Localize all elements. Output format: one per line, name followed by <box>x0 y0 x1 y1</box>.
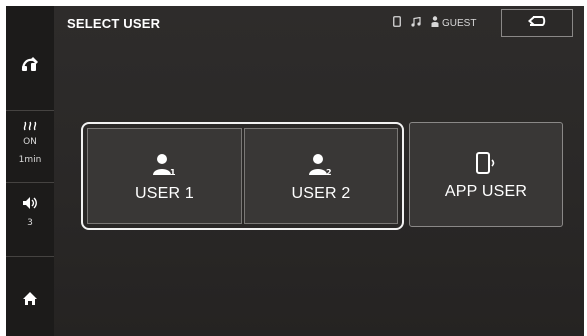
volume-control[interactable]: 3 <box>6 196 54 229</box>
main-panel: SELECT USER GUEST 1 USER 1 2 USER 2 APP … <box>54 6 584 336</box>
user-2-label: USER 2 <box>291 185 351 202</box>
speaker-icon <box>22 196 38 215</box>
auto-off-control[interactable]: ON 1min <box>6 118 54 166</box>
user-2-badge: 2 <box>326 168 332 177</box>
headphone-edit-icon <box>21 56 39 77</box>
app-user-button[interactable]: APP USER <box>409 122 563 227</box>
person-icon <box>431 14 439 32</box>
user-1-label: USER 1 <box>135 185 194 202</box>
heat-waves-icon <box>22 118 38 136</box>
back-button[interactable] <box>501 9 573 37</box>
status-user: GUEST <box>431 16 476 30</box>
user-1-icon: 1 <box>152 151 178 179</box>
current-user-label: GUEST <box>442 17 477 29</box>
phone-broadcast-icon <box>474 149 498 177</box>
sidebar: ON 1min 3 <box>6 6 54 336</box>
screen: ON 1min 3 SELECT USER GUEST 1 USER 1 2 U… <box>6 6 584 336</box>
status-phone <box>393 16 401 30</box>
return-arrow-icon <box>527 14 547 32</box>
user-2-icon: 2 <box>308 151 334 179</box>
volume-level: 3 <box>27 218 33 228</box>
status-music <box>411 16 421 30</box>
user-1-button[interactable]: 1 USER 1 <box>87 128 242 224</box>
user-1-badge: 1 <box>170 168 176 177</box>
auto-off-time: 1min <box>18 155 42 165</box>
phone-icon <box>393 14 401 32</box>
sidebar-divider <box>6 182 54 183</box>
auto-off-state: ON <box>23 137 37 147</box>
sidebar-divider <box>6 256 54 257</box>
home-icon <box>22 291 38 311</box>
music-note-icon <box>411 14 421 32</box>
app-user-label: APP USER <box>444 183 528 200</box>
sidebar-top-button[interactable] <box>6 56 54 77</box>
user-2-button[interactable]: 2 USER 2 <box>244 128 398 224</box>
sidebar-divider <box>6 110 54 111</box>
home-button[interactable] <box>6 291 54 311</box>
page-title: SELECT USER <box>67 16 161 31</box>
